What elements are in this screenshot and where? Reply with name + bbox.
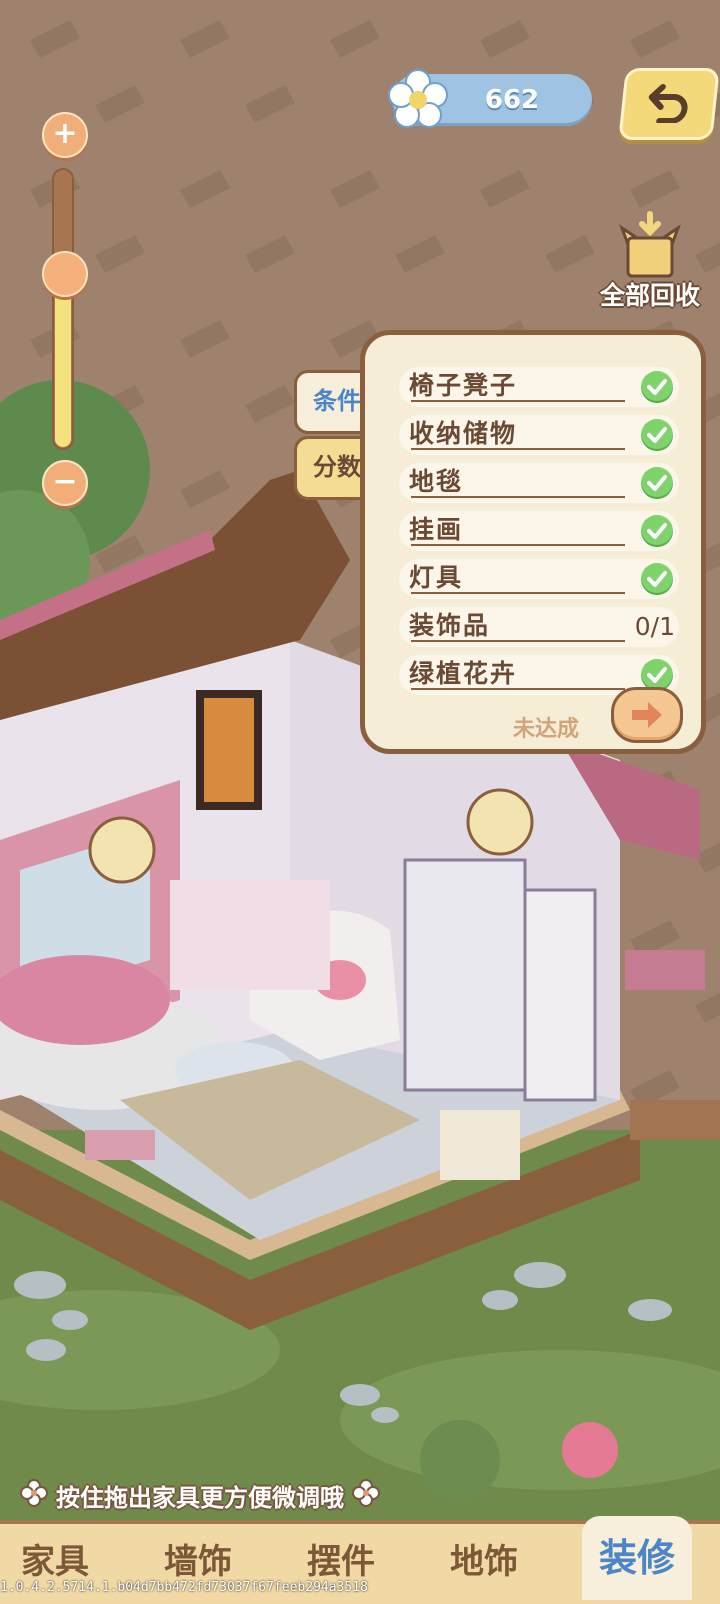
check-icon [641,371,673,403]
check-icon [641,563,673,595]
hint-text: 按住拖出家具更方便微调哦 [12,1478,388,1518]
condition-progress: 0/1 [634,612,675,641]
recycle-all-button[interactable]: 全部回收 [590,210,710,320]
condition-row: 地毯 [399,463,679,503]
currency-counter: 662 [388,69,592,128]
condition-row: 挂画 [399,511,679,551]
zoom-out-button[interactable]: − [42,460,88,506]
clover-icon [20,1479,48,1519]
divider [411,544,625,546]
nav-floor-decor[interactable]: 地饰 [429,1524,539,1600]
version-text: 1.0.4.2.5714.1.b04d7bb472fd73037f67feeb2… [0,1580,368,1595]
zoom-in-button[interactable]: + [42,112,88,158]
hint-label: 按住拖出家具更方便微调哦 [56,1484,344,1512]
currency-value: 662 [484,85,540,115]
divider [411,640,625,642]
nav-renovation[interactable]: 装修 [582,1516,692,1600]
box-recycle-icon [619,211,681,278]
divider [411,448,625,450]
zoom-slider-track[interactable] [52,168,74,450]
divider [411,688,625,690]
check-icon [641,467,673,499]
conditions-panel: 椅子凳子 收纳储物 地毯 挂画 灯具 装饰品 0/1 绿植花卉 未达成 [360,330,706,754]
condition-row: 椅子凳子 [399,367,679,407]
divider [411,496,625,498]
zoom-slider-handle[interactable] [42,251,88,297]
next-button[interactable] [611,687,683,743]
status-text: 未达成 [513,717,580,742]
zoom-slider-fill [55,273,71,447]
back-button[interactable] [618,68,720,140]
flower-icon [388,69,448,128]
recycle-all-label: 全部回收 [599,281,700,310]
check-icon [641,515,673,547]
condition-row: 装饰品 0/1 [399,607,679,647]
clover-icon [352,1479,380,1519]
undo-arrow-icon [648,84,688,123]
divider [411,400,625,402]
condition-row: 灯具 [399,559,679,599]
check-icon [641,419,673,451]
divider [411,592,625,594]
condition-row: 收纳储物 [399,415,679,455]
arrow-right-icon [632,702,662,728]
conditions-list: 椅子凳子 收纳储物 地毯 挂画 灯具 装饰品 0/1 绿植花卉 [399,367,679,703]
